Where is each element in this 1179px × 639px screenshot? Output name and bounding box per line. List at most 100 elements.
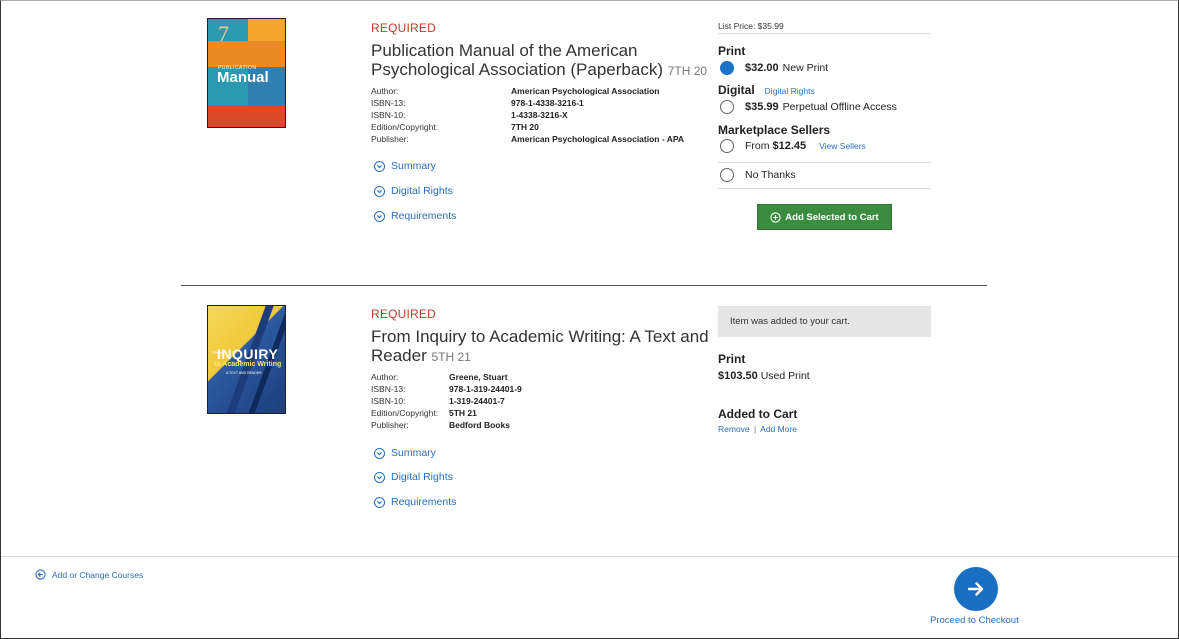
add-selected-to-cart-button[interactable]: Add Selected to Cart — [757, 204, 892, 230]
marketplace-heading: Marketplace Sellers — [718, 123, 831, 137]
footer-divider — [1, 556, 1178, 557]
meta-value: 978-1-4338-3216-1 — [511, 98, 584, 108]
meta-label: ISBN-10: — [371, 396, 406, 406]
digital-rights-toggle[interactable]: Digital Rights — [374, 471, 453, 483]
book-title[interactable]: From Inquiry to Academic Writing: A Text… — [371, 327, 716, 367]
book-metadata: Author: Greene, Stuart ISBN-13: 978-1-31… — [371, 371, 711, 433]
chevron-down-icon — [374, 210, 385, 222]
separator: | — [754, 424, 757, 434]
cover-line2: Manual — [217, 69, 269, 86]
digital-rights-label: Digital Rights — [391, 185, 453, 197]
meta-value: American Psychological Association — [511, 86, 660, 96]
requirements-toggle[interactable]: Requirements — [374, 496, 456, 508]
summary-label: Summary — [391, 160, 436, 172]
remove-link[interactable]: Remove — [718, 424, 750, 434]
digital-radio[interactable] — [720, 100, 734, 114]
digital-desc: Perpetual Offline Access — [782, 101, 897, 113]
plus-circle-icon — [770, 211, 781, 223]
chevron-down-icon — [374, 160, 385, 172]
meta-label: Author: — [371, 86, 399, 96]
cover-number: 7 — [218, 21, 229, 46]
view-sellers-link[interactable]: View Sellers — [819, 141, 866, 151]
print-price: $32.00 — [745, 62, 779, 74]
meta-value: Greene, Stuart — [449, 372, 508, 382]
digital-row: Digital Digital Rights — [718, 83, 815, 97]
meta-label: ISBN-10: — [371, 110, 406, 120]
cover-line4: A TEXT AND READER — [226, 371, 262, 375]
no-thanks-label: No Thanks — [745, 169, 796, 181]
item-divider — [181, 285, 987, 286]
added-to-cart-heading: Added to Cart — [718, 407, 798, 421]
summary-toggle[interactable]: Summary — [374, 160, 436, 172]
divider — [718, 162, 931, 163]
meta-value: Bedford Books — [449, 420, 510, 430]
cart-desc: Used Print — [760, 370, 810, 382]
meta-label: Publisher: — [371, 134, 409, 144]
required-label: REQUIRED — [371, 307, 436, 321]
requirements-label: Requirements — [391, 210, 457, 222]
digital-rights-toggle[interactable]: Digital Rights — [374, 185, 453, 197]
requirements-label: Requirements — [391, 496, 457, 508]
checkout-button[interactable] — [954, 567, 998, 611]
proceed-to-checkout-link[interactable]: Proceed to Checkout — [930, 615, 1019, 626]
print-heading: Print — [718, 44, 746, 58]
digital-heading: Digital — [718, 83, 755, 97]
meta-value: American Psychological Association - APA — [511, 134, 685, 144]
meta-value: 7TH 20 — [511, 122, 539, 132]
no-thanks-option[interactable]: No Thanks — [720, 168, 796, 182]
book-metadata: Author: American Psychological Associati… — [371, 85, 711, 147]
add-change-courses-label: Add or Change Courses — [52, 569, 144, 580]
chevron-down-icon — [374, 447, 385, 459]
required-label: REQUIRED — [371, 21, 436, 35]
cart-price: $103.50 — [718, 370, 758, 382]
no-thanks-radio[interactable] — [720, 168, 734, 182]
list-price: List Price: $35.99 — [718, 21, 784, 31]
requirements-toggle[interactable]: Requirements — [374, 210, 456, 222]
digital-option[interactable]: $35.99 Perpetual Offline Access — [720, 100, 897, 114]
add-change-courses-link[interactable]: Add or Change Courses — [35, 569, 143, 580]
divider — [718, 188, 931, 189]
print-desc: New Print — [782, 62, 829, 74]
print-heading: Print — [718, 352, 746, 366]
cover-line3: to Academic Writing — [214, 361, 282, 368]
digital-rights-label: Digital Rights — [391, 471, 453, 483]
add-selected-label: Add Selected to Cart — [785, 211, 879, 223]
digital-rights-link[interactable]: Digital Rights — [765, 86, 815, 96]
book-title-text: From Inquiry to Academic Writing: A Text… — [371, 327, 709, 365]
arrow-right-icon — [966, 579, 986, 599]
marketplace-option[interactable]: From $12.45 View Sellers — [720, 139, 866, 153]
cover-line2: INQUIRY — [217, 346, 279, 362]
print-radio-selected[interactable] — [720, 61, 734, 75]
marketplace-from: From — [745, 140, 770, 152]
meta-label: Publisher: — [371, 420, 409, 430]
book-title[interactable]: Publication Manual of the American Psych… — [371, 41, 711, 81]
meta-label: Author: — [371, 372, 399, 382]
meta-value: 1-4338-3216-X — [511, 110, 568, 120]
marketplace-price: $12.45 — [772, 140, 807, 152]
book-cover-inquiry[interactable]: FROM INQUIRY to Academic Writing A TEXT … — [207, 305, 286, 414]
cart-price-row: $103.50 Used Print — [718, 370, 810, 382]
added-notice: Item was added to your cart. — [718, 306, 931, 337]
meta-value: 1-319-24401-7 — [449, 396, 505, 406]
digital-price: $35.99 — [745, 101, 779, 113]
meta-label: Edition/Copyright: — [371, 408, 439, 418]
print-option[interactable]: $32.00 New Print — [720, 61, 828, 75]
meta-value: 5TH 21 — [449, 408, 477, 418]
meta-label: ISBN-13: — [371, 384, 406, 394]
meta-value: 978-1-319-24401-9 — [449, 384, 522, 394]
book-title-text: Publication Manual of the American Psych… — [371, 41, 663, 79]
meta-label: ISBN-13: — [371, 98, 406, 108]
book-cover-publication-manual[interactable]: 7 PUBLICATION Manual — [207, 18, 286, 128]
summary-toggle[interactable]: Summary — [374, 447, 436, 459]
add-more-link[interactable]: Add More — [760, 424, 797, 434]
chevron-down-icon — [374, 185, 385, 197]
arrow-left-circle-icon — [35, 569, 46, 580]
summary-label: Summary — [391, 447, 436, 459]
edition-tag: 7TH 20 — [667, 64, 708, 78]
edition-tag: 5TH 21 — [431, 350, 471, 364]
marketplace-radio[interactable] — [720, 139, 734, 153]
chevron-down-icon — [374, 471, 385, 483]
divider — [718, 33, 931, 34]
meta-label: Edition/Copyright: — [371, 122, 439, 132]
cart-actions: Remove | Add More — [718, 424, 797, 434]
